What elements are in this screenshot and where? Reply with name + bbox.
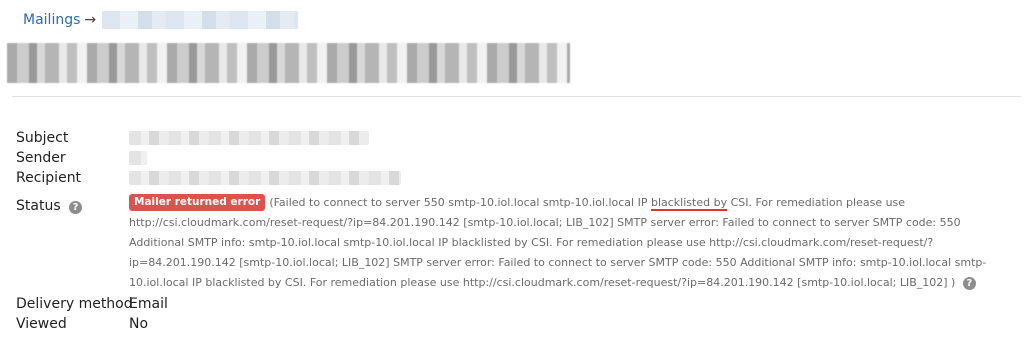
breadcrumb-separator: → bbox=[84, 12, 97, 28]
sender-value-redacted bbox=[129, 151, 147, 171]
viewed-value: No bbox=[129, 316, 149, 332]
status-help-icon[interactable]: ? bbox=[69, 201, 83, 214]
breadcrumb-mailings-link[interactable]: Mailings bbox=[23, 10, 80, 30]
status-badge: Mailer returned error bbox=[129, 194, 266, 211]
status-message-prefix: (Failed to connect to server 550 smtp-10… bbox=[269, 196, 651, 209]
status-details-help-icon[interactable]: ? bbox=[962, 277, 976, 290]
sender-label: Sender bbox=[16, 150, 66, 166]
page-title-redacted bbox=[7, 43, 570, 83]
subject-label: Subject bbox=[16, 130, 69, 146]
delivery-method-label: Delivery method bbox=[16, 296, 133, 312]
status-label-wrap: Status ? bbox=[16, 196, 83, 216]
recipient-value-redacted bbox=[129, 171, 401, 191]
delivery-method-value: Email bbox=[129, 296, 168, 312]
status-label: Status bbox=[16, 198, 61, 214]
recipient-label: Recipient bbox=[16, 170, 82, 186]
breadcrumb: Mailings → bbox=[23, 10, 299, 30]
breadcrumb-current-redacted bbox=[102, 11, 299, 29]
subject-value-redacted bbox=[129, 131, 369, 151]
status-message-highlight: blacklisted by bbox=[650, 196, 728, 209]
header-divider bbox=[12, 96, 1021, 97]
viewed-label: Viewed bbox=[16, 316, 67, 332]
status-message: Mailer returned error (Failed to connect … bbox=[129, 193, 1019, 293]
status-value: Mailer returned error (Failed to connect … bbox=[129, 193, 1019, 293]
